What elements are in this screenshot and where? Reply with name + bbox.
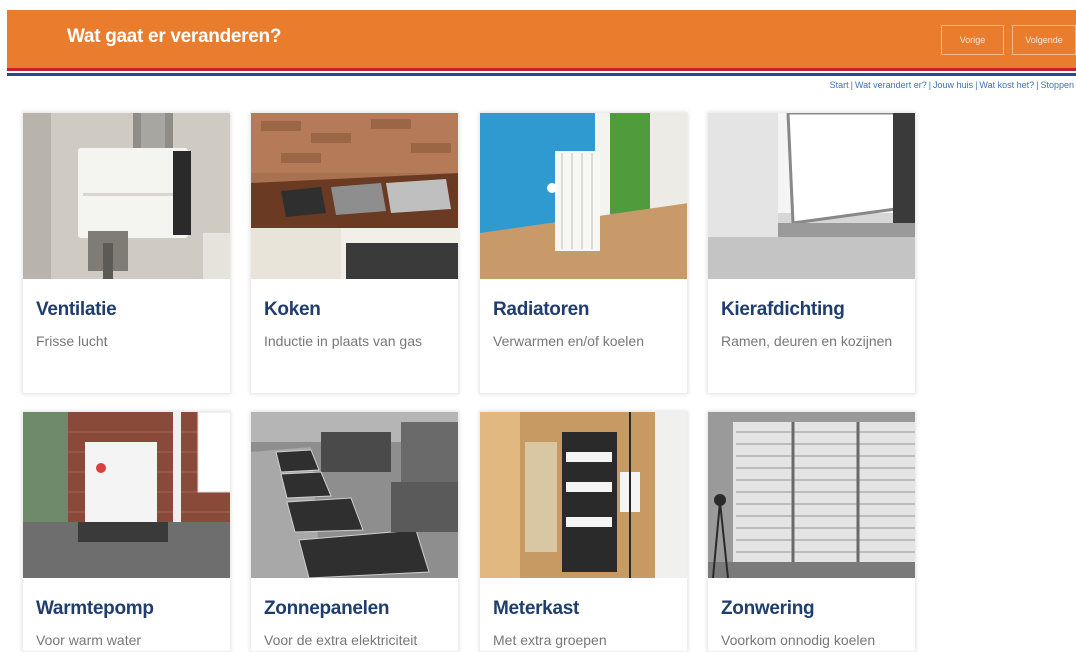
card-title: Ventilatie (36, 299, 117, 320)
card-subtitle: Ramen, deuren en kozijnen (721, 333, 893, 349)
card-subtitle: Frisse lucht (36, 333, 108, 349)
card-subtitle: Verwarmen en/of koelen (493, 333, 644, 349)
previous-button[interactable]: Vorige (941, 25, 1004, 55)
header-stripe-blue (7, 73, 1076, 76)
breadcrumb-jouw-huis[interactable]: Jouw huis (933, 80, 973, 90)
card-meterkast[interactable]: Meterkast Met extra groepen (479, 411, 688, 652)
card-subtitle: Voor de extra elektriciteit (264, 632, 418, 648)
next-button[interactable]: Volgende (1012, 25, 1076, 55)
card-title: Warmtepomp (36, 598, 154, 619)
card-subtitle: Met extra groepen (493, 632, 607, 648)
meter-cupboard-photo (480, 412, 687, 578)
card-subtitle: Inductie in plaats van gas (264, 333, 422, 349)
breadcrumb: Start | Wat verandert er? | Jouw huis | Wat ko… (830, 80, 1074, 90)
page-title: Wat gaat er veranderen? (67, 26, 282, 47)
card-title: Zonnepanelen (264, 598, 390, 619)
header-stripe-red (7, 68, 1076, 71)
header-bar: Wat gaat er veranderen? Vorige Volgende (7, 10, 1076, 68)
card-subtitle: Voor warm water (36, 632, 142, 648)
window-frame-photo (708, 113, 915, 279)
kitchen-stove-photo (251, 113, 458, 279)
breadcrumb-separator: | (850, 80, 853, 90)
breadcrumb-wat-kost-het[interactable]: Wat kost het? (979, 80, 1034, 90)
breadcrumb-separator: | (928, 80, 932, 90)
card-title: Meterkast (493, 598, 580, 619)
card-koken[interactable]: Koken Inductie in plaats van gas (250, 112, 459, 394)
radiator-photo (480, 113, 687, 279)
card-zonwering[interactable]: Zonwering Voorkom onnodig koelen (707, 411, 916, 652)
card-kierafdichting[interactable]: Kierafdichting Ramen, deuren en kozijnen (707, 112, 916, 394)
card-ventilatie[interactable]: Ventilatie Frisse lucht (22, 112, 231, 394)
card-radiatoren[interactable]: Radiatoren Verwarmen en/of koelen (479, 112, 688, 394)
solar-panels-photo (251, 412, 458, 578)
card-title: Kierafdichting (721, 299, 845, 320)
card-zonnepanelen[interactable]: Zonnepanelen Voor de extra elektriciteit (250, 411, 459, 652)
ventilation-unit-photo (23, 113, 230, 279)
window-blinds-photo (708, 412, 915, 578)
card-title: Koken (264, 299, 321, 320)
card-title: Zonwering (721, 598, 815, 619)
breadcrumb-wat-verandert-er[interactable]: Wat verandert er? (855, 80, 927, 90)
heat-pump-photo (23, 412, 230, 578)
breadcrumb-stoppen[interactable]: Stoppen (1040, 80, 1074, 90)
breadcrumb-separator: | (975, 80, 978, 90)
card-warmtepomp[interactable]: Warmtepomp Voor warm water (22, 411, 231, 652)
card-title: Radiatoren (493, 299, 590, 320)
breadcrumb-separator: | (1036, 80, 1039, 90)
card-subtitle: Voorkom onnodig koelen (721, 632, 876, 648)
breadcrumb-start[interactable]: Start (830, 80, 849, 90)
